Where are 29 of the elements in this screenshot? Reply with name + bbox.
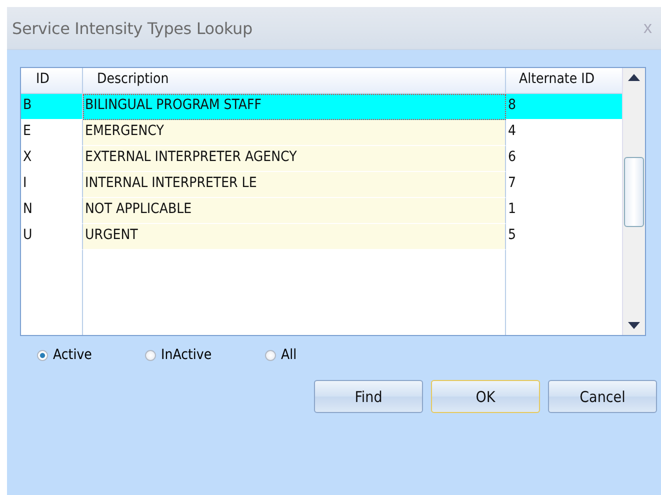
column-header[interactable]: ID (21, 68, 83, 93)
scroll-up-icon[interactable] (628, 73, 640, 81)
table-cell: EMERGENCY (83, 120, 506, 146)
table-row[interactable]: N NOT APPLICABLE 1 (21, 198, 622, 224)
table-cell: EXTERNAL INTERPRETER AGENCY (83, 146, 506, 172)
radio-icon[interactable] (265, 350, 276, 360)
table-row[interactable]: I INTERNAL INTERPRETER LE 7 (21, 172, 622, 198)
scroll-thumb[interactable] (624, 157, 644, 227)
table-cell: B (21, 94, 83, 120)
dialog-button[interactable]: Find (314, 380, 423, 413)
scroll-down-icon[interactable] (628, 322, 640, 330)
table-cell: NOT APPLICABLE (83, 198, 506, 224)
table-cell: INTERNAL INTERPRETER LE (83, 172, 506, 198)
table-row[interactable]: B BILINGUAL PROGRAM STAFF 8 (21, 94, 622, 120)
filter-radio[interactable]: Active (37, 347, 145, 363)
filter-radio[interactable]: InActive (145, 347, 265, 363)
filter-radio[interactable]: All (265, 347, 297, 363)
column-header[interactable]: Description (83, 68, 506, 93)
column-header[interactable]: Alternate ID (506, 68, 622, 93)
dialog-button[interactable]: OK (431, 380, 540, 413)
radio-icon[interactable] (145, 350, 156, 360)
scrollbar[interactable] (622, 68, 645, 335)
table-row[interactable]: E EMERGENCY 4 (21, 120, 622, 146)
window-title: Service Intensity Types Lookup (12, 18, 252, 38)
table-row[interactable]: U URGENT 5 (21, 224, 622, 250)
table-row[interactable]: X EXTERNAL INTERPRETER AGENCY 6 (21, 146, 622, 172)
dialog-button[interactable]: Cancel (548, 380, 657, 413)
radio-icon[interactable] (37, 350, 48, 360)
table-cell: URGENT (83, 224, 506, 250)
